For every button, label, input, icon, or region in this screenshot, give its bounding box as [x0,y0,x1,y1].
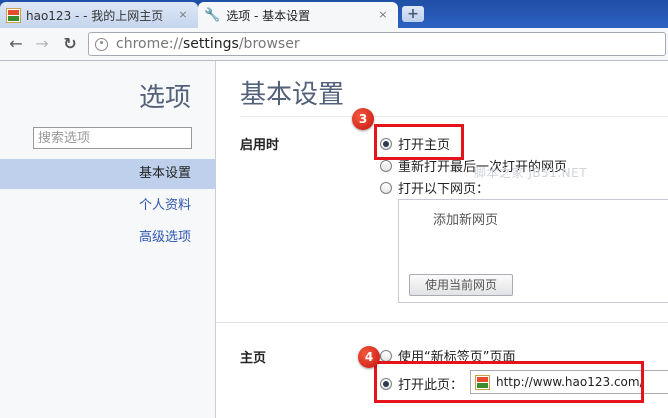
reload-icon[interactable]: ↻ [60,34,80,54]
add-new-page-entry[interactable]: 添加新网页 [433,209,498,228]
startup-pages-list: 添加新网页 使用当前网页 [398,199,668,303]
search-options-input[interactable] [33,127,192,149]
callout-box-homepage [374,361,644,403]
title-divider [240,116,668,117]
url-path: /browser [238,36,300,52]
callout-box-startup [374,124,464,160]
step-badge-4: 4 [358,346,380,368]
tab-strip: hao123 - - 我的上网主页 × 🔧 选项 - 基本设置 × + [0,0,668,28]
startup-option-pages[interactable]: 打开以下网页： [380,178,489,197]
close-icon[interactable]: × [176,8,190,22]
tab-title: hao123 - - 我的上网主页 [26,8,164,23]
sidebar-item-advanced[interactable]: 高级选项 [0,223,215,253]
address-bar[interactable]: chrome://settings/browser [88,32,666,56]
watermark: 脚本之家 JB51.NET [474,166,588,180]
page-info-icon[interactable] [95,37,108,51]
url-host: settings [183,36,239,52]
url-scheme: chrome:// [116,36,183,52]
sidebar-item-basic[interactable]: 基本设置 [0,159,215,189]
section-divider [216,322,668,323]
new-tab-button[interactable]: + [402,6,424,22]
radio-unchecked[interactable] [380,181,392,194]
wrench-icon: 🔧 [204,7,221,23]
radio-unchecked[interactable] [380,159,392,172]
sidebar-title: 选项 [138,83,191,113]
tab-title: 选项 - 基本设置 [226,8,311,23]
tab-settings[interactable]: 🔧 选项 - 基本设置 × [198,2,398,28]
homepage-section-label: 主页 [240,351,267,366]
startup-section-label: 启用时 [240,138,280,153]
forward-arrow-icon[interactable]: → [32,34,52,54]
address-url: chrome://settings/browser [116,36,300,52]
close-icon[interactable]: × [376,8,390,22]
page-title: 基本设置 [240,80,345,110]
hao123-favicon-icon [6,7,21,23]
radio-unchecked[interactable] [380,349,392,362]
settings-sidebar: 选项 基本设置 个人资料 高级选项 [0,61,216,418]
back-arrow-icon[interactable]: ← [6,34,26,54]
sidebar-item-personal[interactable]: 个人资料 [0,191,215,221]
use-current-pages-button[interactable]: 使用当前网页 [409,274,513,296]
tab-hao123[interactable]: hao123 - - 我的上网主页 × [0,2,198,28]
step-badge-3: 3 [352,108,374,130]
browser-toolbar: ← → ↻ chrome://settings/browser [0,28,668,61]
